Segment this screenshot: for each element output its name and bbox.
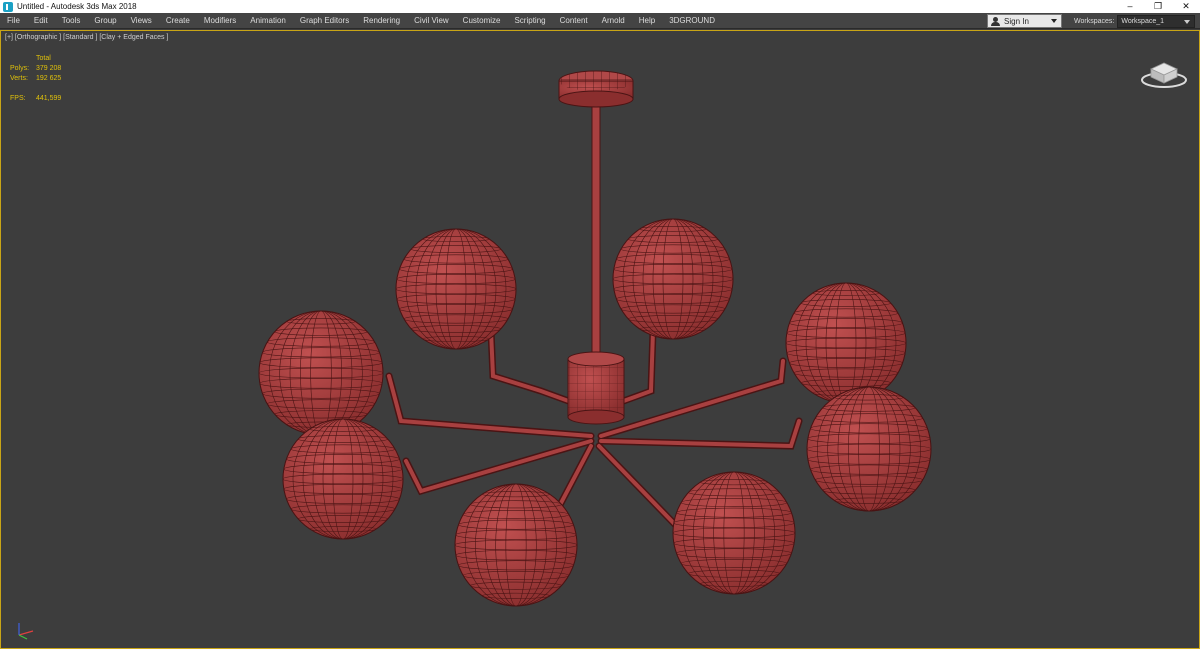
chevron-down-icon [1051, 19, 1057, 23]
menu-civil-view[interactable]: Civil View [407, 13, 456, 29]
menu-create[interactable]: Create [159, 13, 197, 29]
menu-group[interactable]: Group [87, 13, 123, 29]
viewcube-icon[interactable] [1139, 55, 1189, 89]
verts-label: Verts: [10, 75, 28, 82]
menu-rendering[interactable]: Rendering [356, 13, 407, 29]
stats-header: Total [36, 55, 51, 62]
viewport-label[interactable]: [+] [Orthographic ] [Standard ] [Clay + … [5, 34, 168, 41]
close-button[interactable]: ✕ [1172, 0, 1200, 13]
globe-shade-6 [806, 386, 932, 512]
viewport[interactable]: [+] [Orthographic ] [Standard ] [Clay + … [0, 30, 1200, 649]
workspace-dropdown[interactable]: Workspace_1 [1117, 14, 1196, 28]
globe-shade-2 [612, 218, 734, 340]
menu-graph-editors[interactable]: Graph Editors [293, 13, 356, 29]
minimize-button[interactable]: – [1116, 0, 1144, 13]
sign-in-label: Sign In [1004, 16, 1029, 26]
menu-file[interactable]: File [0, 13, 27, 29]
statistics-overlay: Total Polys: 379 208 Verts: 192 625 FPS: 44… [10, 54, 61, 104]
menu-scripting[interactable]: Scripting [507, 13, 552, 29]
menu-content[interactable]: Content [553, 13, 595, 29]
menu-tools[interactable]: Tools [55, 13, 88, 29]
chandelier-model [258, 70, 932, 607]
menu-help[interactable]: Help [632, 13, 662, 29]
globe-shade-7 [454, 483, 578, 607]
menu-views[interactable]: Views [124, 13, 159, 29]
menu-customize[interactable]: Customize [456, 13, 508, 29]
window-title: Untitled - Autodesk 3ds Max 2018 [17, 2, 137, 11]
window-controls: – ❐ ✕ [1116, 0, 1200, 13]
fps-value: 441,599 [36, 95, 62, 102]
sign-in-dropdown[interactable]: Sign In [987, 14, 1062, 28]
menu-edit[interactable]: Edit [27, 13, 55, 29]
globe-shade-3 [258, 310, 384, 436]
menu-animation[interactable]: Animation [243, 13, 293, 29]
workspaces-selector: Workspaces: Workspace_1 [1074, 14, 1196, 28]
globe-shade-5 [282, 418, 404, 540]
workspaces-label: Workspaces: [1074, 17, 1115, 25]
globe-shade-1 [395, 228, 517, 350]
fps-label: FPS: [10, 95, 26, 102]
title-bar: Untitled - Autodesk 3ds Max 2018 – ❐ ✕ [0, 0, 1200, 13]
polys-label: Polys: [10, 65, 30, 72]
app-icon [3, 1, 13, 12]
polys-value: 379 208 [36, 65, 62, 72]
restore-button[interactable]: ❐ [1144, 0, 1172, 13]
globe-shade-8 [672, 471, 796, 595]
globe-shade-4 [785, 282, 907, 404]
axis-tripod-icon [18, 623, 34, 640]
menu-modifiers[interactable]: Modifiers [197, 13, 243, 29]
menu-arnold[interactable]: Arnold [595, 13, 632, 29]
menu-3dground[interactable]: 3DGROUND [662, 13, 722, 29]
verts-value: 192 625 [36, 75, 62, 82]
user-icon [991, 16, 1000, 26]
